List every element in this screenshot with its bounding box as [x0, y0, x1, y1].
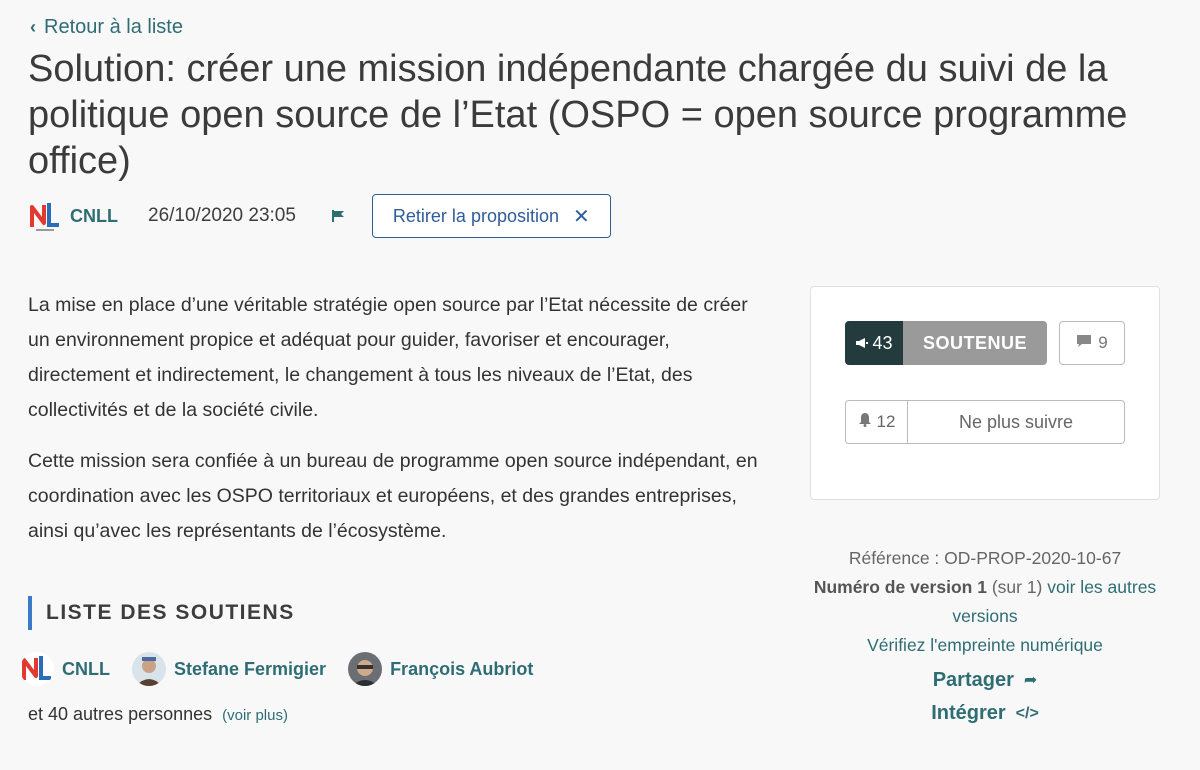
- code-icon: </>: [1015, 705, 1039, 722]
- author-name[interactable]: CNLL: [70, 206, 118, 227]
- vote-panel: 43 SOUTENUE 9 12 Ne plus suivre: [810, 286, 1160, 500]
- version-total: (sur 1): [991, 577, 1043, 597]
- vote-count: 43: [845, 321, 903, 365]
- share-button[interactable]: Partager ➦: [810, 664, 1160, 697]
- megaphone-icon: [855, 333, 869, 354]
- followers-count-value: 12: [876, 412, 896, 431]
- supporter-name: François Aubriot: [390, 658, 534, 679]
- unfollow-button[interactable]: 12 Ne plus suivre: [845, 400, 1125, 444]
- avatar: [348, 652, 383, 686]
- share-label: Partager: [932, 669, 1014, 691]
- avatar: [20, 652, 54, 686]
- comment-icon: [1076, 333, 1092, 353]
- supported-button[interactable]: SOUTENUE: [903, 321, 1047, 365]
- embed-button[interactable]: Intégrer </>: [810, 697, 1160, 730]
- see-more-link[interactable]: (voir plus): [222, 707, 288, 724]
- reference: Référence : OD-PROP-2020-10-67: [848, 548, 1122, 568]
- supporter-stefane-fermigier[interactable]: Stefane Fermigier: [132, 652, 326, 686]
- back-link-label: Retour à la liste: [44, 16, 183, 38]
- version-label: Numéro de version 1: [813, 577, 987, 597]
- back-to-list-link[interactable]: ‹ Retour à la liste: [30, 16, 183, 39]
- supporter-name: Stefane Fermigier: [174, 658, 327, 679]
- vote-count-value: 43: [872, 332, 893, 353]
- proposal-info: Référence : OD-PROP-2020-10-67 Numéro de…: [810, 544, 1160, 660]
- vote-row: 43 SOUTENUE 9: [845, 321, 1125, 365]
- followers-count: 12: [846, 401, 908, 443]
- share-arrow-icon: ➦: [1023, 672, 1038, 689]
- chevron-left-icon: ‹: [30, 17, 36, 37]
- supporter-name: CNLL: [62, 658, 110, 679]
- proposal-title: Solution: créer une mission indépendante…: [28, 48, 1128, 182]
- publish-date: 26/10/2020 23:05: [148, 205, 296, 226]
- withdraw-label: Retirer la proposition: [392, 205, 559, 226]
- flag-icon[interactable]: [330, 208, 346, 224]
- cnll-logo[interactable]: [28, 199, 62, 233]
- other-supporters: et 40 autres personnes (voir plus): [28, 704, 288, 725]
- supporters-list: CNLL Stefane Fermigier François Aubriot: [20, 652, 533, 686]
- supporter-francois-aubriot[interactable]: François Aubriot: [348, 652, 533, 686]
- withdraw-proposal-button[interactable]: Retirer la proposition ✕: [371, 194, 611, 238]
- other-supporters-count: et 40 autres personnes: [28, 704, 213, 724]
- embed-label: Intégrer: [931, 702, 1006, 724]
- proposal-paragraph: La mise en place d’une véritable stratég…: [28, 294, 748, 421]
- proposal-body: La mise en place d’une véritable stratég…: [28, 288, 773, 565]
- unfollow-label: Ne plus suivre: [958, 411, 1074, 432]
- bell-icon: [858, 412, 872, 432]
- proposal-paragraph: Cette mission sera confiée à un bureau d…: [28, 450, 758, 542]
- fingerprint-link[interactable]: Vérifiez l'empreinte numérique: [810, 631, 1160, 660]
- proposal-meta: CNLL 26/10/2020 23:05 Retirer la proposi…: [28, 194, 611, 238]
- comments-count: 9: [1098, 333, 1108, 352]
- share-actions: Partager ➦ Intégrer </>: [810, 664, 1160, 730]
- version-info: Numéro de version 1 (sur 1) voir les aut…: [810, 573, 1160, 631]
- supporter-cnll[interactable]: CNLL: [20, 652, 110, 686]
- comments-button[interactable]: 9: [1059, 321, 1125, 365]
- avatar: [132, 652, 166, 686]
- supporters-section-title: LISTE DES SOUTIENS: [28, 596, 295, 630]
- close-icon: ✕: [573, 205, 590, 228]
